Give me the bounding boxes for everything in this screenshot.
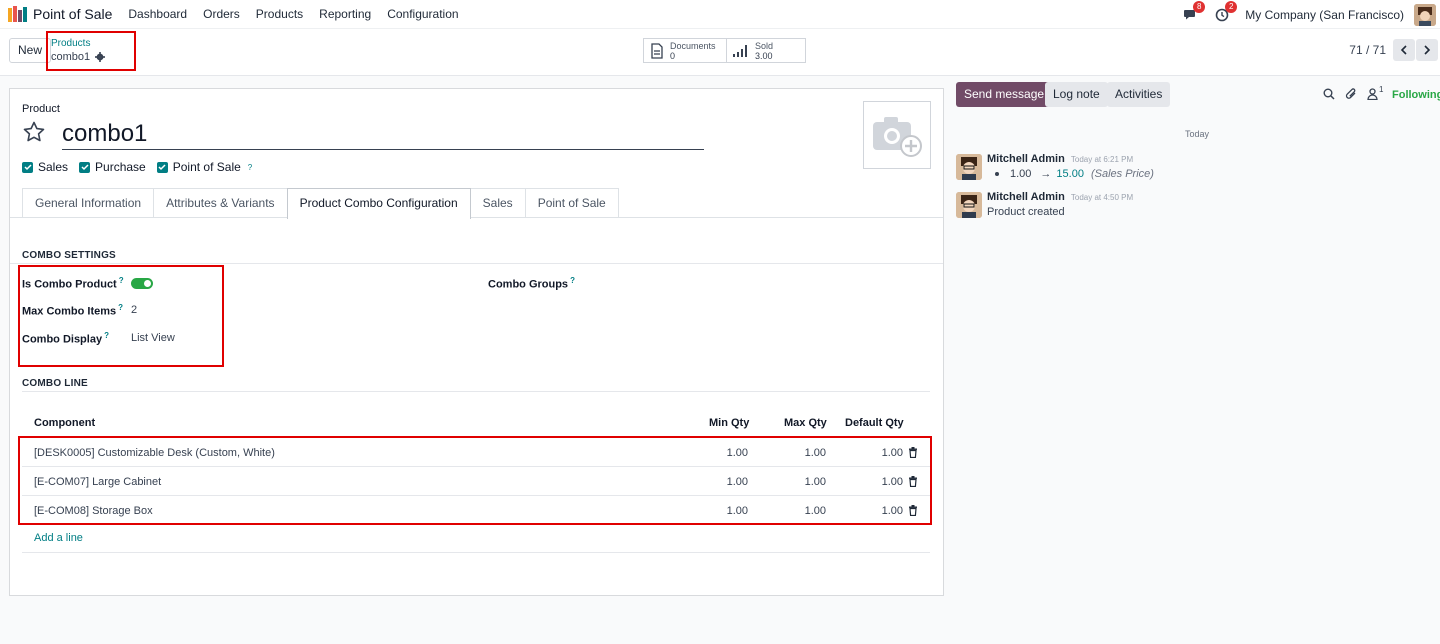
app-logo-icon[interactable] — [8, 6, 28, 22]
new-button[interactable]: New — [9, 38, 52, 63]
chatter-panel: Send message Log note Activities 1 Follo… — [944, 76, 1440, 644]
section-divider — [22, 391, 930, 392]
document-icon — [651, 42, 663, 59]
column-max-qty[interactable]: Max Qty — [784, 417, 827, 429]
author-name[interactable]: Mitchell Admin — [987, 191, 1065, 203]
combo-groups-label: Combo Groups? — [488, 276, 575, 291]
documents-smart-button[interactable]: Documents 0 — [643, 38, 727, 63]
date-separator: Today — [1185, 129, 1210, 139]
menu-orders[interactable]: Orders — [203, 7, 240, 21]
column-default-qty[interactable]: Default Qty — [845, 417, 904, 429]
user-avatar[interactable] — [1414, 3, 1436, 26]
bullet-icon — [995, 172, 999, 176]
pager-value[interactable]: 71 / 71 — [1349, 43, 1386, 57]
follower-user-icon[interactable] — [1367, 88, 1378, 100]
control-panel: New Products combo1 Documents 0 Sold 3.0… — [0, 29, 1440, 76]
following-button[interactable]: Following — [1392, 89, 1440, 101]
highlight-breadcrumb — [46, 31, 136, 71]
signal-bars-icon — [733, 44, 747, 57]
combo-settings-title: COMBO SETTINGS — [22, 250, 116, 261]
section-divider — [10, 263, 943, 264]
pos-checkbox-label: Point of Sale — [172, 160, 241, 174]
tab-sales[interactable]: Sales — [469, 188, 526, 218]
help-tooltip[interactable]: ? — [570, 276, 575, 285]
chat-badge: 8 — [1193, 0, 1206, 13]
purchase-checkbox[interactable]: Purchase — [79, 160, 146, 174]
new-value: 15.00 — [1056, 168, 1084, 180]
message-body: Product created — [987, 206, 1065, 218]
menu-configuration[interactable]: Configuration — [387, 7, 458, 21]
tab-product-combo-configuration[interactable]: Product Combo Configuration — [286, 188, 471, 219]
message-author: Mitchell Admin Today at 6:21 PM — [987, 153, 1133, 165]
camera-add-icon — [873, 117, 922, 157]
product-checkboxes: Sales Purchase Point of Sale ? — [22, 160, 252, 174]
activity-clock-icon[interactable]: 2 — [1213, 0, 1238, 24]
send-message-button[interactable]: Send message — [956, 82, 1053, 107]
menu-reporting[interactable]: Reporting — [319, 7, 371, 21]
author-name[interactable]: Mitchell Admin — [987, 153, 1065, 165]
column-min-qty[interactable]: Min Qty — [709, 417, 749, 429]
message-time: Today at 4:50 PM — [1070, 193, 1134, 202]
highlight-combo-settings — [18, 265, 224, 367]
activity-badge: 2 — [1225, 0, 1238, 13]
tabs-divider — [10, 217, 943, 218]
activities-button[interactable]: Activities — [1107, 82, 1171, 107]
sold-value: 3.00 — [755, 50, 773, 61]
followers-count[interactable]: 1 — [1379, 85, 1383, 94]
purchase-checkbox-label: Purchase — [95, 160, 146, 174]
product-name-input[interactable]: combo1 — [62, 119, 704, 150]
product-image-upload[interactable] — [863, 101, 931, 169]
tab-attributes-variants[interactable]: Attributes & Variants — [153, 188, 288, 218]
menu-dashboard[interactable]: Dashboard — [128, 7, 187, 21]
paperclip-icon[interactable] — [1345, 87, 1358, 101]
sales-checkbox[interactable]: Sales — [22, 160, 68, 174]
menu-products[interactable]: Products — [256, 7, 303, 21]
chevron-left-icon — [1400, 45, 1407, 55]
form-sheet: Product combo1 Sales Purchase Point of S… — [9, 88, 944, 596]
tab-general-information[interactable]: General Information — [22, 188, 155, 218]
tracked-field: (Sales Price) — [1090, 168, 1154, 180]
table-footer-divider — [22, 552, 930, 553]
sold-smart-button[interactable]: Sold 3.00 — [726, 38, 806, 63]
highlight-combo-lines — [18, 436, 932, 525]
combo-line-title: COMBO LINE — [22, 378, 88, 389]
tracking-value: 1.00 → 15.00 (Sales Price) — [995, 168, 1154, 180]
search-icon[interactable] — [1323, 88, 1335, 100]
form-tabs: General Information Attributes & Variant… — [22, 188, 619, 219]
help-tooltip[interactable]: ? — [248, 163, 252, 172]
company-switcher[interactable]: My Company (San Francisco) — [1245, 8, 1404, 22]
chevron-right-icon — [1424, 45, 1431, 55]
old-value: 1.00 — [1010, 168, 1032, 180]
top-navbar: Point of Sale Dashboard Orders Products … — [0, 0, 1440, 29]
pager-next-button[interactable] — [1416, 39, 1438, 61]
sold-label: Sold — [755, 40, 774, 51]
documents-count: 0 — [670, 50, 676, 61]
avatar[interactable] — [956, 192, 982, 218]
favorite-star-icon[interactable] — [22, 120, 46, 147]
column-component[interactable]: Component — [34, 417, 95, 429]
tab-point-of-sale[interactable]: Point of Sale — [524, 188, 619, 218]
chat-icon[interactable]: 8 — [1181, 0, 1206, 24]
check-icon — [156, 161, 168, 173]
check-icon — [79, 161, 91, 173]
add-line-link[interactable]: Add a line — [34, 532, 83, 544]
avatar[interactable] — [956, 154, 982, 180]
pager-previous-button[interactable] — [1393, 39, 1415, 61]
sales-checkbox-label: Sales — [38, 160, 69, 174]
message-time: Today at 6:21 PM — [1070, 155, 1134, 164]
check-icon — [22, 161, 33, 173]
arrow-right-icon: → — [1040, 168, 1052, 180]
combo-groups-label-text: Combo Groups — [488, 278, 569, 291]
log-note-button[interactable]: Log note — [1045, 82, 1108, 107]
app-name[interactable]: Point of Sale — [33, 6, 112, 22]
product-label: Product — [22, 103, 60, 115]
message-author: Mitchell Admin Today at 4:50 PM — [987, 191, 1133, 203]
documents-label: Documents — [670, 40, 716, 51]
pos-checkbox[interactable]: Point of Sale ? — [156, 160, 252, 174]
